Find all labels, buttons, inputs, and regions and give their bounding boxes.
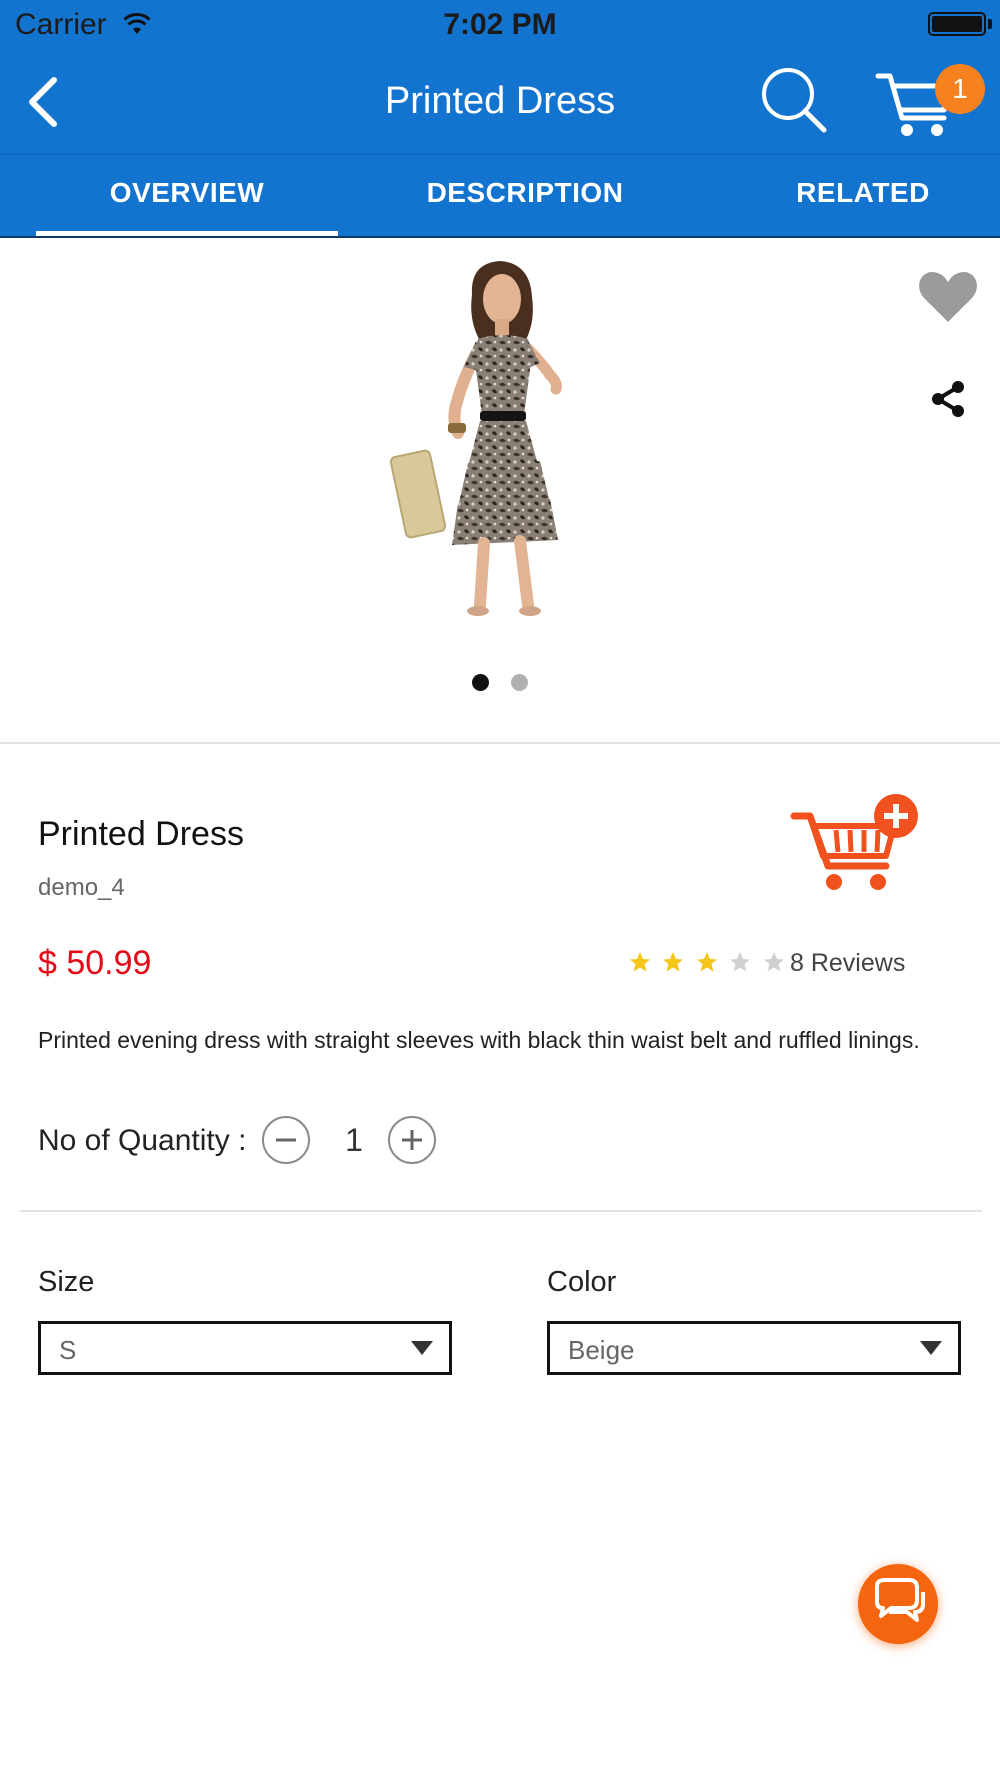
tab-overview[interactable]: OVERVIEW [36,155,338,238]
search-icon[interactable] [758,64,830,136]
product-price: $ 50.99 [38,944,152,982]
star-empty-icon [730,952,751,972]
cart-count-badge: 1 [935,64,985,114]
product-description: Printed evening dress with straight slee… [38,1027,920,1053]
minus-icon [276,1138,296,1142]
product-image[interactable] [372,255,620,620]
star-icon [696,952,717,972]
dropdown-arrow-icon [920,1341,942,1355]
color-select[interactable]: Beige [547,1321,961,1375]
section-divider [20,1210,982,1212]
favorite-heart-icon[interactable] [918,270,978,324]
reviews-link[interactable]: 8 Reviews [790,949,905,978]
quantity-increase-button[interactable] [388,1116,436,1164]
quantity-value: 1 [345,1122,363,1158]
dropdown-arrow-icon [411,1341,433,1355]
star-empty-icon [763,952,784,972]
quantity-decrease-button[interactable] [262,1116,310,1164]
gallery-page-dot-2[interactable] [511,674,528,691]
gallery-page-dot-1[interactable] [472,674,489,691]
tab-description[interactable]: DESCRIPTION [374,155,676,238]
battery-icon [928,12,986,36]
color-select-value: Beige [568,1335,635,1365]
status-time: 7:02 PM [443,8,557,41]
quantity-label: No of Quantity : [38,1124,247,1157]
add-to-cart-icon[interactable] [790,792,920,894]
back-icon[interactable] [24,72,72,132]
rating-stars [628,950,791,978]
tab-bar: OVERVIEW DESCRIPTION RELATED [0,155,1000,238]
chat-button[interactable] [858,1564,938,1644]
star-icon [630,952,650,972]
size-select-value: S [59,1335,77,1365]
page-title: Printed Dress [384,80,616,122]
section-divider [0,742,1000,744]
tab-related[interactable]: RELATED [712,155,1000,238]
color-label: Color [547,1266,617,1298]
product-sku: demo_4 [38,874,125,901]
chat-icon [875,1578,925,1622]
navigation-bar: Printed Dress 1 [0,50,1000,154]
star-icon [663,952,684,972]
app-header: Carrier 7:02 PM Printed Dress 1 OVERVIEW… [0,0,1000,238]
product-name: Printed Dress [38,815,244,853]
size-select[interactable]: S [38,1321,452,1375]
size-label: Size [38,1266,95,1298]
plus-icon [402,1130,422,1150]
share-icon[interactable] [930,380,966,418]
status-bar: Carrier 7:02 PM [0,0,1000,50]
